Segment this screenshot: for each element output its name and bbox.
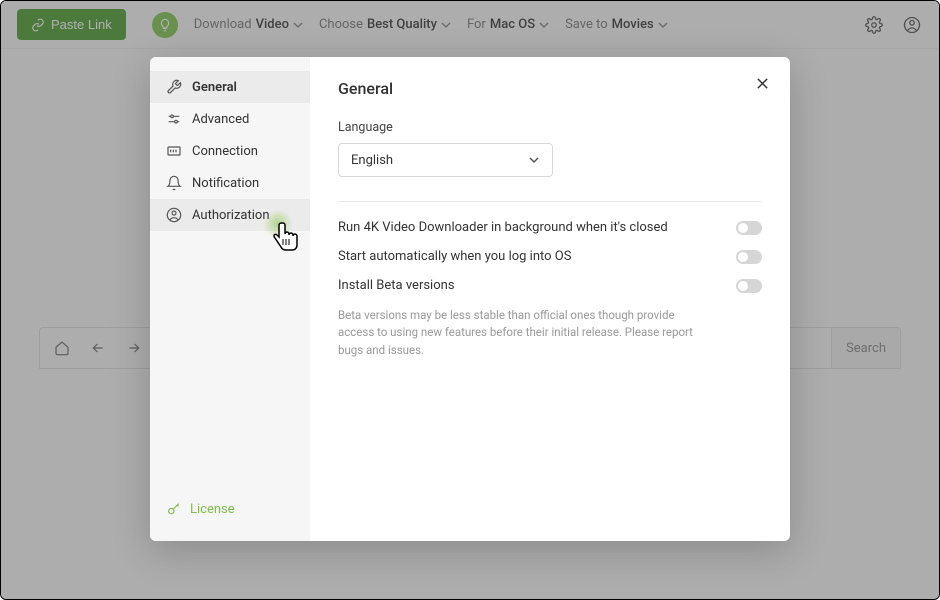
sidebar-item-connection[interactable]: Connection [150, 135, 310, 167]
setting-label: Start automatically when you log into OS [338, 249, 571, 264]
modal-content: General Language English Run 4K Video Do… [310, 57, 790, 541]
app-window: Paste Link Download Video Choose Best Qu… [0, 0, 940, 600]
sidebar-item-label: Authorization [192, 208, 270, 223]
sidebar-item-general[interactable]: General [150, 71, 310, 103]
user-icon [166, 207, 182, 223]
chevron-down-icon [528, 154, 540, 166]
language-label: Language [338, 120, 762, 135]
toggle-run-background[interactable] [736, 221, 762, 235]
toggle-install-beta[interactable] [736, 279, 762, 293]
setting-label: Install Beta versions [338, 278, 455, 293]
divider [338, 201, 762, 202]
setting-install-beta: Install Beta versions [338, 278, 762, 293]
connection-icon [166, 143, 182, 159]
sidebar-item-label: Notification [192, 176, 259, 191]
key-icon [166, 501, 182, 517]
sidebar-item-label: Connection [192, 144, 258, 159]
license-button[interactable]: License [150, 491, 310, 527]
modal-sidebar: General Advanced Connection Notification… [150, 57, 310, 541]
beta-note: Beta versions may be less stable than of… [338, 307, 698, 359]
modal-overlay: General Advanced Connection Notification… [1, 1, 939, 599]
setting-run-background: Run 4K Video Downloader in background wh… [338, 220, 762, 235]
setting-auto-start: Start automatically when you log into OS [338, 249, 762, 264]
language-select[interactable]: English [338, 143, 553, 177]
modal-title: General [338, 79, 762, 98]
license-label: License [190, 502, 235, 517]
sidebar-item-advanced[interactable]: Advanced [150, 103, 310, 135]
setting-label: Run 4K Video Downloader in background wh… [338, 220, 668, 235]
sliders-icon [166, 111, 182, 127]
sidebar-item-label: Advanced [192, 112, 249, 127]
toggle-auto-start[interactable] [736, 250, 762, 264]
sidebar-item-notification[interactable]: Notification [150, 167, 310, 199]
close-button[interactable] [752, 73, 772, 93]
preferences-modal: General Advanced Connection Notification… [150, 57, 790, 541]
language-value: English [351, 153, 393, 168]
close-icon [756, 77, 769, 90]
general-icon [166, 79, 182, 95]
sidebar-item-label: General [192, 80, 237, 95]
sidebar-item-authorization[interactable]: Authorization [150, 199, 310, 231]
bell-icon [166, 175, 182, 191]
